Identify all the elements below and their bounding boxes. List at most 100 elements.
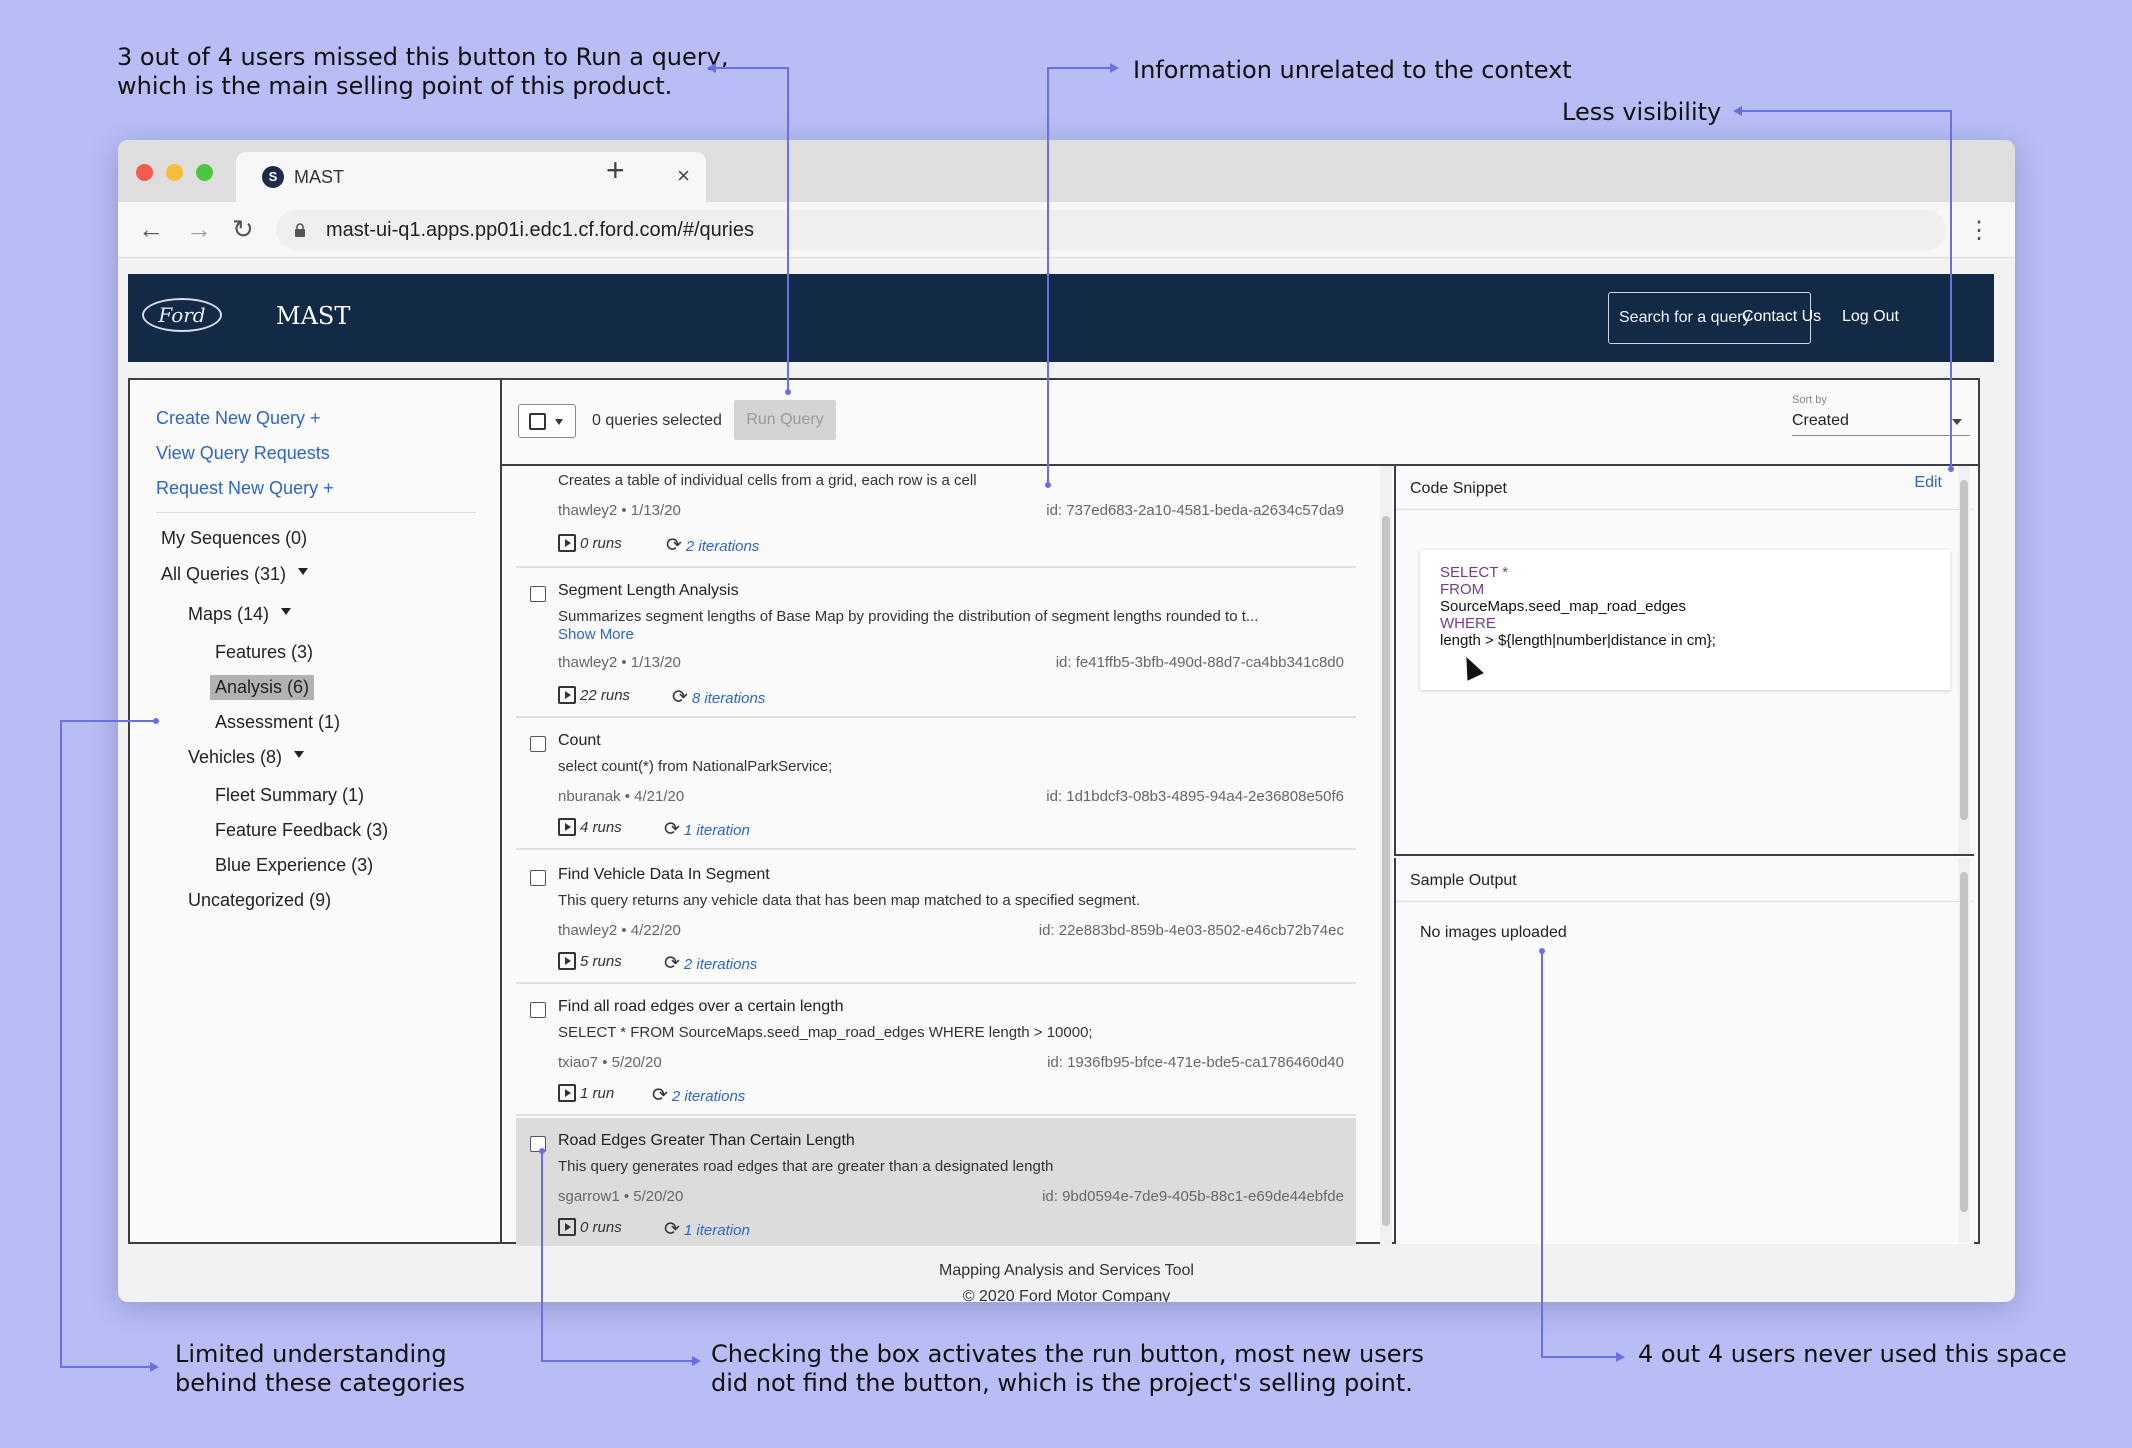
sidebar-item-label: Vehicles (8) <box>188 747 283 767</box>
sidebar-item-maps[interactable]: Maps (14) <box>183 602 296 627</box>
query-toolbar: 0 queries selected Run Query Sort by Cre… <box>502 380 1978 466</box>
list-scrollbar[interactable] <box>1380 466 1392 1246</box>
sidebar-item-my-sequences[interactable]: My Sequences (0) <box>156 526 312 551</box>
iterations-count: 2 iterations <box>671 1088 746 1105</box>
runs-icon <box>558 1218 576 1236</box>
reload-icon[interactable]: ↻ <box>232 214 254 245</box>
view-query-requests-link[interactable]: View Query Requests <box>156 443 330 464</box>
query-iterations[interactable]: ⟳ 1 iteration <box>664 1218 750 1241</box>
ford-logo: Ford <box>142 298 222 332</box>
maximize-window-dot[interactable] <box>196 164 213 181</box>
sidebar-item-label: Assessment (1) <box>215 712 341 732</box>
query-checkbox[interactable] <box>530 1002 546 1018</box>
code-line: SourceMaps.seed_map_road_edges <box>1440 598 1686 615</box>
code-line: SELECT * <box>1440 564 1509 581</box>
callout-line <box>60 720 62 1366</box>
sidebar-item-analysis[interactable]: Analysis (6) <box>210 675 315 700</box>
sort-select[interactable]: Created <box>1792 408 1970 436</box>
annotation-line: behind these categories <box>175 1369 466 1397</box>
callout-line <box>1740 110 1950 112</box>
sidebar-item-uncategorized[interactable]: Uncategorized (9) <box>183 888 336 913</box>
contact-us-link[interactable]: Contact Us <box>1742 308 1821 326</box>
url-field[interactable]: mast-ui-q1.apps.pp01i.edc1.cf.ford.com/#… <box>276 210 1946 250</box>
runs-count: 0 runs <box>580 535 622 552</box>
select-all-dropdown[interactable] <box>518 404 576 438</box>
run-query-button[interactable]: Run Query <box>734 400 836 440</box>
caret-down-icon[interactable] <box>298 567 309 575</box>
close-window-dot[interactable] <box>136 164 153 181</box>
sidebar-item-feature-feedback[interactable]: Feature Feedback (3) <box>210 818 393 843</box>
query-meta: thawley2 • 1/13/20 <box>558 502 681 519</box>
query-iterations[interactable]: ⟳ 2 iterations <box>652 1084 745 1107</box>
query-title: Find all road edges over a certain lengt… <box>558 998 844 1015</box>
sidebar-item-label: Features (3) <box>215 642 314 662</box>
create-new-query-link[interactable]: Create New Query + <box>156 408 321 429</box>
annotation-visibility: Less visibility <box>1562 98 1722 126</box>
query-item[interactable]: Find Vehicle Data In Segment This query … <box>516 852 1356 984</box>
query-checkbox[interactable] <box>530 870 546 886</box>
sidebar-item-assessment[interactable]: Assessment (1) <box>210 710 345 735</box>
sidebar-item-blue-experience[interactable]: Blue Experience (3) <box>210 853 378 878</box>
runs-count: 5 runs <box>580 953 622 970</box>
sidebar-item-fleet-summary[interactable]: Fleet Summary (1) <box>210 783 369 808</box>
query-meta: nburanak • 4/21/20 <box>558 788 685 805</box>
footer-tool-name: Mapping Analysis and Services Tool <box>939 1262 1194 1279</box>
minimize-window-dot[interactable] <box>166 164 183 181</box>
request-new-query-link[interactable]: Request New Query + <box>156 478 334 499</box>
log-out-link[interactable]: Log Out <box>1842 308 1899 326</box>
code-block[interactable]: SELECT * FROM SourceMaps.seed_map_road_e… <box>1420 550 1950 690</box>
iterations-count: 2 iterations <box>685 538 760 555</box>
iterations-count: 2 iterations <box>683 956 758 973</box>
back-icon[interactable]: ← <box>138 214 164 245</box>
sidebar-item-label: Maps (14) <box>188 604 270 624</box>
query-iterations[interactable]: ⟳ 8 iterations <box>672 686 765 709</box>
scroll-thumb[interactable] <box>1960 480 1968 820</box>
query-checkbox[interactable] <box>530 736 546 752</box>
browser-window: S MAST × + ← → ↻ mast-ui-q1.apps.pp01i.e… <box>118 140 2015 1302</box>
query-item[interactable]: Count select count(*) from NationalParkS… <box>516 718 1356 850</box>
caret-down-icon[interactable] <box>294 750 305 758</box>
scroll-thumb[interactable] <box>1382 516 1390 1226</box>
arrow-icon <box>150 1362 159 1372</box>
callout-line <box>712 67 788 69</box>
close-tab-icon[interactable]: × <box>677 163 690 189</box>
query-iterations[interactable]: ⟳ 1 iteration <box>664 818 750 841</box>
output-scrollbar[interactable] <box>1958 858 1970 1242</box>
select-all-checkbox[interactable] <box>529 413 546 430</box>
query-item[interactable]: Segment Length Analysis Summarizes segme… <box>516 568 1356 718</box>
browser-tab[interactable]: S MAST × <box>236 152 706 202</box>
edit-link[interactable]: Edit <box>1914 474 1942 492</box>
sidebar-item-all-queries[interactable]: All Queries (31) <box>156 562 313 587</box>
annotation-line: did not find the button, which is the pr… <box>711 1369 1413 1397</box>
query-item[interactable]: Road Edges Greater Than Certain Length T… <box>516 1118 1356 1246</box>
app-brand: MAST <box>276 302 351 330</box>
callout-dot <box>153 718 159 724</box>
scroll-thumb[interactable] <box>1960 872 1968 1212</box>
sidebar-item-vehicles[interactable]: Vehicles (8) <box>183 745 309 770</box>
runs-count: 22 runs <box>580 687 631 704</box>
query-iterations[interactable]: ⟳ 2 iterations <box>664 952 757 975</box>
empty-output-text: No images uploaded <box>1420 924 1567 941</box>
query-item[interactable]: Find all road edges over a certain lengt… <box>516 984 1356 1116</box>
query-item[interactable]: Creates a table of individual cells from… <box>516 466 1356 568</box>
caret-down-icon[interactable] <box>281 607 292 615</box>
show-more-link[interactable]: Show More <box>558 626 634 643</box>
annotation-line: 3 out of 4 users missed this button to R… <box>117 43 729 71</box>
callout-line <box>541 1360 693 1362</box>
browser-menu-icon[interactable]: ⋮ <box>1967 216 1991 245</box>
callout-dot <box>1045 482 1051 488</box>
new-tab-icon[interactable]: + <box>606 152 625 189</box>
query-runs: 22 runs <box>558 686 630 704</box>
panel-header: Code Snippet Edit <box>1396 466 1974 510</box>
sidebar-item-features[interactable]: Features (3) <box>210 640 318 665</box>
refresh-icon: ⟳ <box>672 687 688 708</box>
chevron-down-icon <box>555 419 563 425</box>
query-iterations[interactable]: ⟳ 2 iterations <box>666 534 759 557</box>
query-checkbox[interactable] <box>530 586 546 602</box>
annotation-line: Limited understanding <box>175 1340 447 1368</box>
query-id: id: fe41ffb5-3bfb-490d-88d7-ca4bb341c8d0 <box>1055 654 1344 671</box>
code-scrollbar[interactable] <box>1958 466 1970 854</box>
sidebar-item-label: Uncategorized (9) <box>188 890 332 910</box>
forward-icon[interactable]: → <box>186 214 212 245</box>
callout-dot <box>1948 466 1954 472</box>
